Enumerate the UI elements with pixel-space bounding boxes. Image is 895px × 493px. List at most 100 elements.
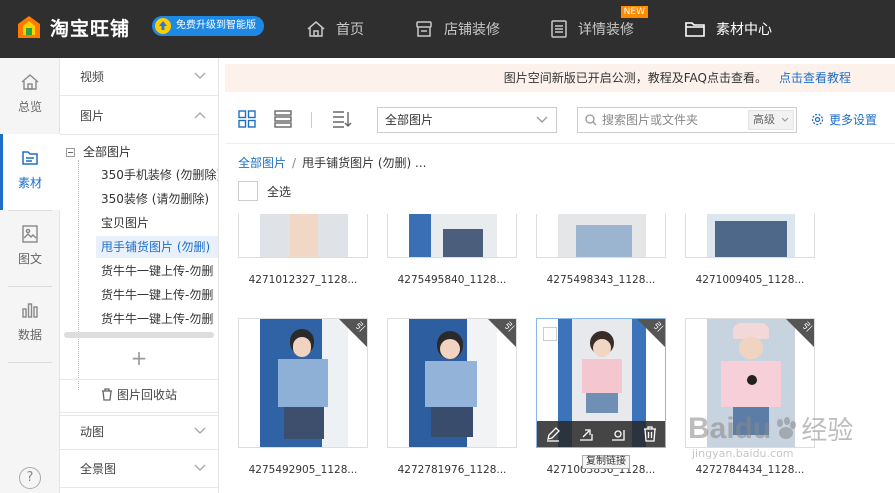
upgrade-label: 免费升级到智能版 bbox=[176, 20, 256, 31]
help-icon[interactable]: ? bbox=[19, 467, 41, 489]
paw-icon bbox=[777, 416, 797, 439]
watermark-cn: 经验 bbox=[801, 416, 854, 446]
delete-icon[interactable] bbox=[643, 426, 657, 442]
category-panorama[interactable]: 全景图 bbox=[60, 450, 218, 488]
search-box: 高级 bbox=[577, 107, 797, 133]
nav-detail-decor-label: 详情装修 bbox=[578, 22, 634, 38]
upgrade-icon bbox=[155, 18, 171, 34]
image-thumbnail[interactable] bbox=[536, 214, 666, 258]
category-animated[interactable]: 动图 bbox=[60, 412, 218, 450]
image-thumbnail[interactable] bbox=[238, 214, 368, 258]
notice-link[interactable]: 点击查看教程 bbox=[779, 71, 851, 85]
photo bbox=[409, 319, 497, 447]
toolbar: 全部图片 高级 更多设置 bbox=[225, 98, 895, 144]
photo bbox=[260, 319, 348, 447]
chevron-down-icon bbox=[194, 72, 206, 79]
category-panel: 视频 图片 全部图片 350手机装修 (勿删除) 350装修 (请勿删除) 宝贝… bbox=[60, 58, 219, 493]
upgrade-button[interactable]: 免费升级到智能版 bbox=[152, 16, 264, 36]
copy-code-icon[interactable] bbox=[610, 426, 626, 442]
collapse-icon[interactable] bbox=[66, 147, 75, 157]
rail-overview[interactable]: 总览 bbox=[0, 58, 60, 134]
image-thumbnail[interactable]: 引 bbox=[387, 318, 517, 448]
image-thumbnail[interactable]: 引 bbox=[238, 318, 368, 448]
tree-item[interactable]: 货牛牛一键上传-勿删 bbox=[96, 260, 218, 282]
rail-material[interactable]: 素材 bbox=[0, 134, 60, 210]
material-icon bbox=[22, 151, 38, 165]
recycle-bin-label: 图片回收站 bbox=[116, 387, 177, 402]
category-panorama-label: 全景图 bbox=[80, 462, 117, 476]
grid-view-icon[interactable] bbox=[238, 110, 256, 128]
image-thumbnail[interactable] bbox=[685, 214, 815, 258]
category-video[interactable]: 视频 bbox=[60, 58, 218, 96]
chevron-down-icon bbox=[536, 116, 548, 123]
tree-root-label: 全部图片 bbox=[83, 145, 132, 159]
file-name: 4275492905_1128... bbox=[248, 464, 358, 476]
search-input[interactable] bbox=[602, 108, 742, 132]
photo bbox=[558, 214, 646, 257]
file-name: 4271012327_1128... bbox=[248, 274, 358, 286]
rail-data-label: 数据 bbox=[17, 328, 42, 342]
advanced-search-label: 高级 bbox=[753, 113, 775, 126]
recycle-bin-button[interactable]: 图片回收站 bbox=[60, 374, 218, 416]
image-select-checkbox[interactable] bbox=[543, 327, 557, 341]
edit-icon[interactable] bbox=[545, 426, 561, 442]
file-name: 4272781976_1128... bbox=[397, 464, 507, 476]
shop-icon bbox=[416, 21, 432, 37]
chevron-down-icon bbox=[194, 427, 206, 434]
gear-icon bbox=[811, 113, 824, 126]
breadcrumb-separator: / bbox=[292, 156, 297, 170]
tree-item-selected[interactable]: 甩手铺货图片 (勿删) bbox=[96, 236, 218, 258]
logo[interactable]: 淘宝旺铺 bbox=[16, 12, 130, 42]
tree-item[interactable]: 350装修 (请勿删除) bbox=[96, 188, 218, 210]
trash-icon bbox=[101, 388, 112, 401]
folder-icon bbox=[685, 22, 705, 37]
tree-item[interactable]: 宝贝图片 bbox=[96, 212, 218, 234]
advanced-search-button[interactable]: 高级 bbox=[748, 110, 794, 130]
logo-text: 淘宝旺铺 bbox=[50, 17, 131, 40]
chevron-down-icon bbox=[781, 117, 789, 122]
detail-icon bbox=[551, 20, 567, 38]
copy-link-icon[interactable] bbox=[578, 426, 594, 442]
home-icon bbox=[21, 74, 39, 90]
more-settings-label: 更多设置 bbox=[829, 113, 878, 127]
photo bbox=[409, 214, 497, 257]
select-all-checkbox[interactable] bbox=[238, 181, 258, 201]
image-thumbnail[interactable] bbox=[387, 214, 517, 258]
more-settings-button[interactable]: 更多设置 bbox=[811, 111, 877, 128]
tree-item[interactable]: 货牛牛一键上传-勿删 bbox=[96, 284, 218, 306]
file-name: 4271009405_1128... bbox=[695, 274, 805, 286]
watermark-brand: Baidu bbox=[688, 411, 772, 445]
watermark-sub: jingyan.baidu.com bbox=[692, 447, 794, 460]
tree-item[interactable]: 350手机装修 (勿删除) bbox=[96, 164, 218, 186]
image-filter-select[interactable]: 全部图片 bbox=[377, 107, 557, 133]
sort-icon[interactable] bbox=[332, 110, 352, 128]
photo bbox=[707, 214, 795, 257]
notice-bar: 图片空间新版已开启公测，教程及FAQ点击查看。 点击查看教程 bbox=[225, 64, 895, 92]
top-bar: 淘宝旺铺 免费升级到智能版 首页 店铺装修 详情装修 NEW 素材中心 bbox=[0, 0, 895, 58]
nav-home[interactable]: 首页 bbox=[306, 0, 364, 58]
select-all-label: 全选 bbox=[267, 184, 292, 199]
filter-value: 全部图片 bbox=[385, 113, 434, 127]
file-name: 4272784434_1128... bbox=[695, 464, 805, 476]
notice-text: 图片空间新版已开启公测，教程及FAQ点击查看。 bbox=[503, 71, 767, 85]
rail-material-label: 素材 bbox=[17, 176, 42, 190]
chevron-down-icon bbox=[194, 464, 206, 471]
breadcrumb-root[interactable]: 全部图片 bbox=[238, 156, 286, 170]
select-all[interactable]: 全选 bbox=[238, 181, 291, 201]
nav-material-center[interactable]: 素材中心 bbox=[684, 0, 772, 58]
tree-root[interactable]: 全部图片 bbox=[66, 142, 131, 162]
photo bbox=[260, 214, 348, 257]
chevron-up-icon bbox=[194, 112, 206, 119]
image-thumbnail[interactable]: 引 bbox=[536, 318, 666, 448]
image-action-bar bbox=[537, 421, 665, 447]
category-image-label: 图片 bbox=[80, 109, 105, 123]
rail-image-text-label: 图文 bbox=[17, 252, 42, 266]
home-icon bbox=[307, 21, 325, 37]
tree-item[interactable]: 货牛牛一键上传-勿删 bbox=[96, 308, 218, 330]
rail-image-text[interactable]: 图文 bbox=[0, 210, 60, 286]
nav-shop-decor[interactable]: 店铺装修 bbox=[414, 0, 500, 58]
category-image[interactable]: 图片 bbox=[60, 97, 218, 135]
nav-detail-decor[interactable]: 详情装修 NEW bbox=[550, 0, 648, 58]
list-view-icon[interactable] bbox=[274, 110, 292, 128]
rail-data[interactable]: 数据 bbox=[0, 286, 60, 362]
